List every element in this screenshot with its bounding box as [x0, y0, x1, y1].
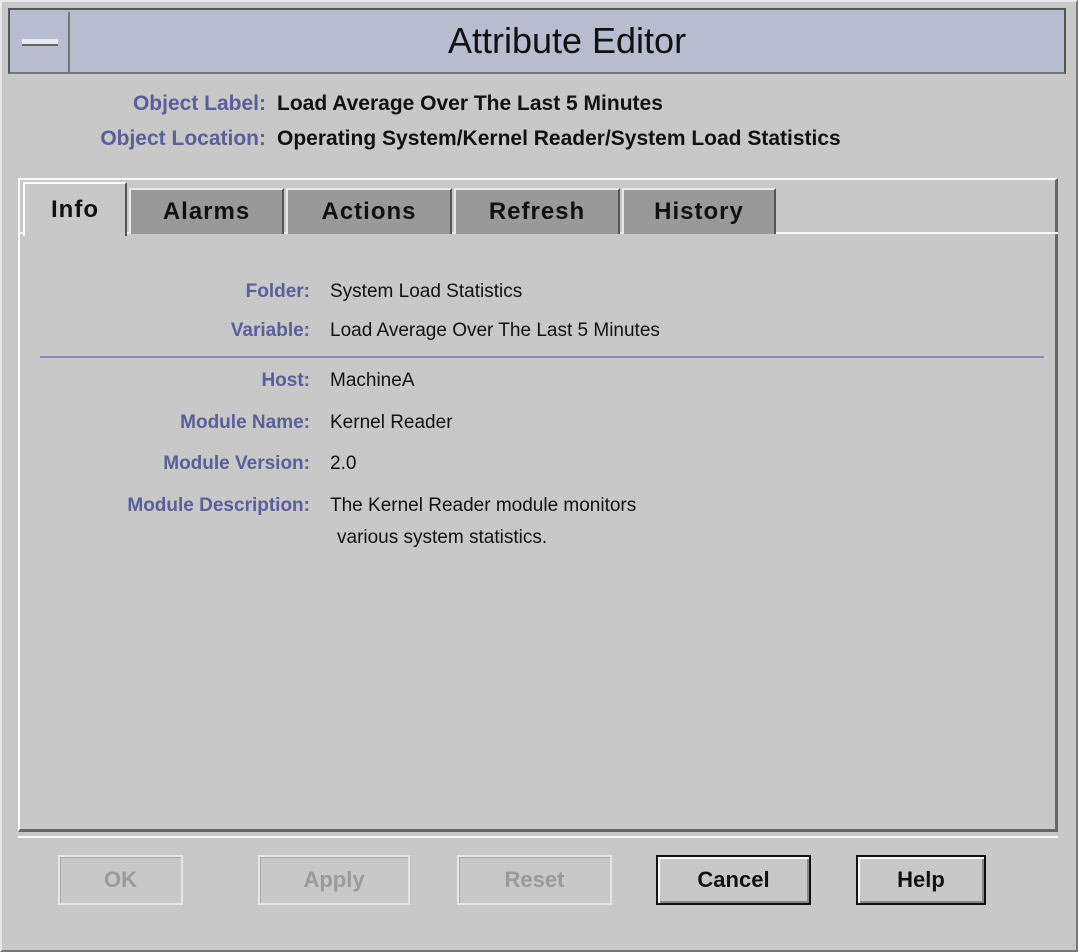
tab-info[interactable]: Info	[23, 182, 127, 236]
help-button[interactable]: Help	[856, 855, 986, 905]
window-title: Attribute Editor	[447, 20, 687, 61]
window-menu-button[interactable]	[12, 12, 70, 72]
object-label-row: Object Label: Load Average Over The Last…	[0, 92, 1078, 120]
folder-value: System Load Statistics	[330, 281, 523, 302]
footer-separator	[18, 836, 1058, 838]
tab-actions[interactable]: Actions	[286, 188, 452, 234]
tab-bar: Info Alarms Actions Refresh History	[18, 178, 1058, 236]
object-location-label: Object Location:	[100, 127, 266, 150]
module-name-label: Module Name:	[180, 412, 310, 433]
host-label: Host:	[261, 370, 310, 391]
module-name-value: Kernel Reader	[330, 412, 453, 433]
object-label-label: Object Label:	[132, 92, 266, 115]
host-value: MachineA	[330, 370, 415, 391]
object-label-value: Load Average Over The Last 5 Minutes	[277, 92, 663, 115]
tab-refresh[interactable]: Refresh	[454, 188, 620, 234]
info-divider	[40, 356, 1044, 358]
module-version-value: 2.0	[330, 453, 357, 474]
module-description-line2: various system statistics.	[337, 527, 548, 548]
variable-value: Load Average Over The Last 5 Minutes	[330, 320, 660, 341]
tab-history[interactable]: History	[622, 188, 776, 234]
apply-button[interactable]: Apply	[258, 855, 410, 905]
object-location-row: Object Location: Operating System/Kernel…	[0, 127, 1078, 155]
window-menu-icon	[22, 38, 58, 46]
module-description-label: Module Description:	[127, 495, 310, 516]
object-location-value: Operating System/Kernel Reader/System Lo…	[277, 127, 841, 150]
title-bar[interactable]: Attribute Editor	[8, 8, 1066, 74]
folder-label: Folder:	[245, 281, 310, 302]
module-version-label: Module Version:	[163, 453, 310, 474]
ok-button[interactable]: OK	[58, 855, 183, 905]
tab-alarms[interactable]: Alarms	[129, 188, 284, 234]
cancel-button[interactable]: Cancel	[656, 855, 811, 905]
reset-button[interactable]: Reset	[457, 855, 612, 905]
variable-label: Variable:	[230, 320, 310, 341]
module-description-line1: The Kernel Reader module monitors	[330, 495, 637, 516]
